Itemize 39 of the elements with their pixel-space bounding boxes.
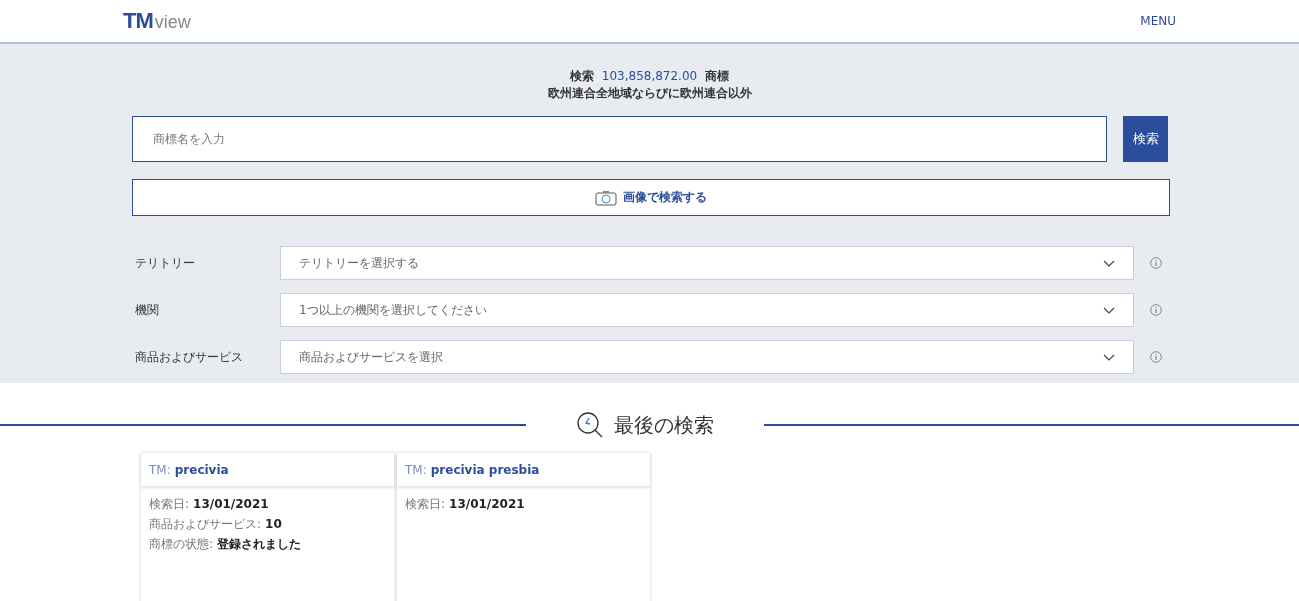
detail-value: 登録されました xyxy=(217,536,302,553)
info-icon[interactable] xyxy=(1150,304,1162,316)
detail-value: 13/01/2021 xyxy=(193,496,269,513)
search-scope: 欧州連合全地域ならびに欧州連合以外 xyxy=(546,85,753,102)
summary-prefix: 検索 xyxy=(569,68,594,85)
filter-dropdown[interactable]: 商品およびサービスを選択 xyxy=(280,340,1134,374)
card-prefix: TM: xyxy=(405,462,427,477)
filter-label: 機関 xyxy=(134,301,160,319)
chevron-down-icon xyxy=(1103,353,1115,361)
info-icon[interactable] xyxy=(1150,257,1162,269)
filter-label: 商品およびサービス xyxy=(134,348,244,366)
recent-searches-heading: 最後の検索 xyxy=(614,411,714,439)
image-search-button[interactable]: 画像で検索する xyxy=(132,179,1170,216)
search-field[interactable]: 商標名を入力 xyxy=(132,116,1107,162)
detail-label: 検索日: xyxy=(405,496,446,513)
trademark-name[interactable]: precivia xyxy=(174,462,229,477)
detail-label: 商標の状態: xyxy=(149,536,214,553)
search-button[interactable]: 検索 xyxy=(1123,116,1168,162)
filter-dropdown[interactable]: 1つ以上の機関を選択してください xyxy=(280,293,1134,327)
card-prefix: TM: xyxy=(149,462,171,477)
info-icon[interactable] xyxy=(1150,351,1162,363)
chevron-down-icon xyxy=(1103,259,1115,267)
summary-suffix: 商標 xyxy=(705,68,730,85)
history-search-icon xyxy=(576,411,604,439)
trademark-count: 103,858,872.00 xyxy=(601,68,698,85)
camera-icon xyxy=(595,189,617,206)
detail-value: 10 xyxy=(265,516,282,533)
detail-value: 13/01/2021 xyxy=(449,496,525,513)
chevron-down-icon xyxy=(1103,306,1115,314)
menu-link[interactable]: MENU xyxy=(1140,14,1176,28)
trademark-name[interactable]: precivia presbia xyxy=(430,462,540,477)
detail-label: 商品およびサービス: xyxy=(149,516,262,533)
logo-word[interactable]: view xyxy=(154,12,191,33)
logo-mark[interactable]: TM xyxy=(123,8,153,34)
filter-label: テリトリー xyxy=(134,254,196,272)
recent-search-card[interactable]: TM: precivia presbia 検索日: 13/01/2021 xyxy=(397,453,650,601)
filter-dropdown[interactable]: テリトリーを選択する xyxy=(280,246,1134,280)
recent-search-card[interactable]: TM: precivia 検索日: 13/01/2021 商品およびサービス: 10 商標の状態: 登録されました xyxy=(141,453,394,601)
detail-label: 検索日: xyxy=(149,496,190,513)
